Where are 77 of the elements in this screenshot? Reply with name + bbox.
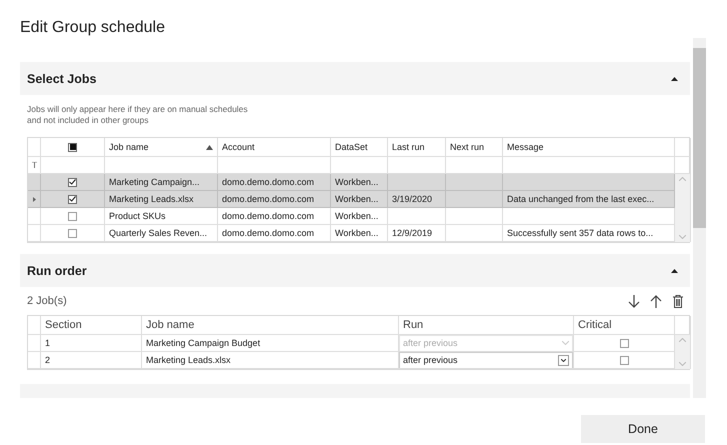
move-up-icon[interactable]	[650, 294, 662, 308]
table-cell	[388, 208, 446, 225]
jobs-note: Jobs will only appear here if they are on manual schedules and not included in other groups	[26, 103, 249, 127]
table-cell: Workben...	[331, 225, 388, 242]
run-dropdown[interactable]: after previous	[399, 352, 573, 368]
collapse-caret-icon[interactable]	[671, 268, 678, 272]
checkbox[interactable]	[68, 228, 77, 238]
table-cell: Workben...	[331, 208, 388, 225]
scrollbar[interactable]	[693, 38, 706, 398]
current-row-icon	[32, 196, 36, 202]
column-header[interactable]: Next run	[446, 138, 503, 157]
table-cell: Product SKUs	[105, 208, 218, 225]
table-cell: Marketing Campaign Budget	[142, 335, 399, 352]
table-cell: Successfully sent 357 data rows to...	[503, 225, 675, 242]
column-header[interactable]: Last run	[388, 138, 446, 157]
scroll-up-icon[interactable]	[679, 177, 686, 181]
table-cell: Workben...	[331, 191, 388, 208]
table-cell	[446, 208, 503, 225]
trash-icon[interactable]	[672, 294, 684, 308]
dropdown-button-icon[interactable]	[558, 354, 569, 366]
table-cell: 12/9/2019	[388, 225, 446, 242]
table-cell: Workben...	[331, 174, 388, 191]
checkbox[interactable]	[68, 178, 77, 186]
checkbox[interactable]	[620, 338, 628, 348]
table-cell: domo.demo.domo.com	[218, 225, 331, 242]
row-header-cell[interactable]	[28, 225, 41, 242]
table-cell: 1	[41, 335, 142, 352]
scrollbar[interactable]	[675, 174, 691, 242]
job-count: 2 Job(s)	[27, 295, 67, 307]
section-title: Run order	[27, 264, 87, 278]
row-header-cell[interactable]	[28, 335, 41, 352]
checkbox[interactable]	[620, 356, 628, 364]
chevron-down-icon	[562, 341, 569, 345]
column-label: Account	[222, 142, 255, 152]
move-down-icon[interactable]	[628, 294, 640, 308]
table-cell: Quarterly Sales Reven...	[105, 225, 218, 242]
table-cell: Marketing Leads.xlsx	[105, 191, 218, 208]
table-cell: domo.demo.domo.com	[218, 208, 331, 225]
column-header[interactable]: Message	[503, 138, 675, 157]
table-cell: Marketing Campaign...	[105, 174, 218, 191]
section-title: Select Jobs	[27, 72, 96, 86]
checkbox[interactable]	[68, 212, 77, 220]
row-header-cell[interactable]	[28, 352, 41, 369]
column-label: Last run	[392, 142, 425, 152]
table-cell	[446, 191, 503, 208]
column-header[interactable]: Job name	[105, 138, 218, 157]
table-cell: Marketing Leads.xlsx	[142, 352, 399, 369]
table-cell: Data unchanged from the last exec...	[503, 191, 675, 208]
table-cell	[446, 174, 503, 191]
select-all-checkbox[interactable]	[68, 142, 77, 152]
scroll-down-icon[interactable]	[679, 362, 686, 366]
column-header[interactable]: Critical	[574, 316, 675, 335]
row-header-cell[interactable]	[28, 191, 41, 208]
checkbox[interactable]	[68, 194, 77, 204]
table-cell: domo.demo.domo.com	[218, 174, 331, 191]
table-cell: domo.demo.domo.com	[218, 191, 331, 208]
column-header[interactable]: Run	[399, 316, 574, 335]
column-label: Job name	[109, 142, 149, 152]
column-header[interactable]: Job name	[142, 316, 399, 335]
column-header[interactable]: DataSet	[331, 138, 388, 157]
scroll-down-icon[interactable]	[679, 235, 686, 239]
window-title: Edit Group schedule	[19, 18, 166, 38]
collapse-caret-icon[interactable]	[671, 76, 678, 80]
column-header[interactable]: Section	[41, 316, 142, 335]
table-cell: 3/19/2020	[388, 191, 446, 208]
scroll-up-icon[interactable]	[679, 338, 686, 342]
column-label: DataSet	[335, 142, 368, 152]
row-header-cell[interactable]	[28, 174, 41, 191]
column-label: Next run	[450, 142, 484, 152]
filter-icon[interactable]	[32, 162, 36, 168]
column-label: Message	[507, 142, 544, 152]
table-cell: 2	[41, 352, 142, 369]
table-cell	[388, 174, 446, 191]
row-header-cell[interactable]	[28, 208, 41, 225]
scrollbar[interactable]	[675, 335, 691, 369]
column-header[interactable]: Account	[218, 138, 331, 157]
done-button[interactable]: Done	[581, 415, 705, 443]
